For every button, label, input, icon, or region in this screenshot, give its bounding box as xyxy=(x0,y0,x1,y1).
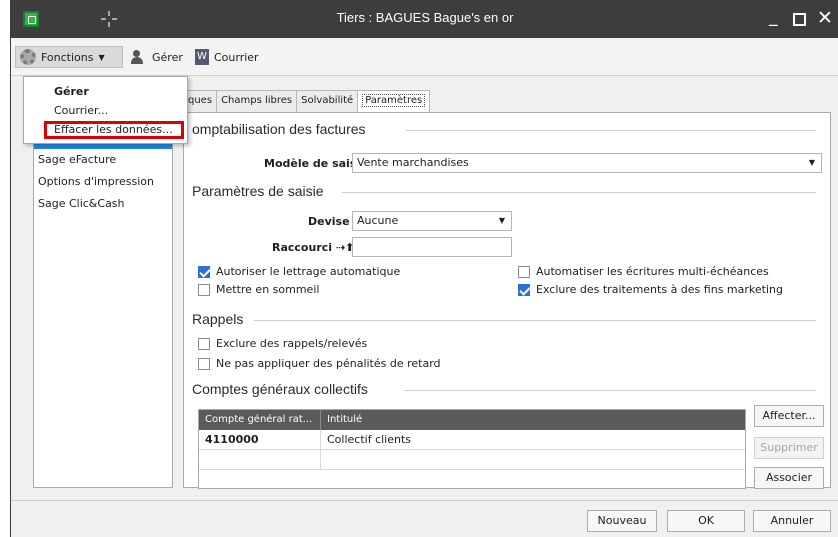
chevron-down-icon: ▼ xyxy=(808,158,815,167)
table-row-empty[interactable] xyxy=(199,450,745,470)
cell-account: 4110000 xyxy=(199,430,321,450)
exclude-marketing-checkbox[interactable]: Exclure des traitements à des fins marke… xyxy=(518,283,783,296)
column-header-account[interactable]: Compte général rat... xyxy=(199,410,321,430)
tab-parameters[interactable]: Paramètres xyxy=(357,90,431,112)
table-row[interactable]: 4110000 Collectif clients xyxy=(199,430,745,450)
exclude-reminders-checkbox[interactable]: Exclure des rappels/relevés xyxy=(198,337,367,350)
document-icon: W xyxy=(195,49,209,65)
associate-button[interactable]: Associer xyxy=(754,467,824,489)
column-header-label[interactable]: Intitulé xyxy=(321,410,745,430)
menu-item-mail[interactable]: Courrier... xyxy=(54,104,108,117)
sleep-checkbox[interactable]: Mettre en sommeil xyxy=(198,283,319,296)
ok-button[interactable]: OK xyxy=(667,510,745,532)
no-penalties-checkbox[interactable]: Ne pas appliquer des pénalités de retard xyxy=(198,357,441,370)
manage-button[interactable]: Gérer xyxy=(131,46,183,68)
table-header: Compte général rat... Intitulé xyxy=(199,410,745,430)
manage-label: Gérer xyxy=(152,50,183,64)
window-title: Tiers : BAGUES Bague's en or xyxy=(336,10,514,25)
functions-button[interactable]: Fonctions ▼ xyxy=(15,46,123,68)
shortcut-label: Raccourci ⇢⬆ xyxy=(272,241,355,254)
new-button[interactable]: Nouveau xyxy=(587,510,657,532)
checkbox-icon xyxy=(518,265,530,278)
divider xyxy=(406,130,816,131)
divider xyxy=(404,390,816,391)
nav-item-sage-clic-cash[interactable]: Sage Clic&Cash xyxy=(34,193,172,215)
section-reminders: Rappels xyxy=(192,311,816,327)
tab-strip: ques Champs libres Solvabilité Paramètre… xyxy=(183,90,431,112)
close-icon[interactable]: ✕ xyxy=(817,7,833,29)
mail-button[interactable]: W Courrier xyxy=(195,46,259,68)
gear-icon xyxy=(20,49,36,65)
mail-label: Courrier xyxy=(214,50,259,64)
tab-solvency[interactable]: Solvabilité xyxy=(296,90,359,112)
people-icon xyxy=(131,50,147,64)
cell-label: Collectif clients xyxy=(327,433,412,446)
nav-item-print-options[interactable]: Options d'impression xyxy=(34,171,172,193)
checkbox-checked-icon xyxy=(518,283,530,296)
shortcut-input[interactable] xyxy=(352,237,512,257)
section-accounts: Comptes généraux collectifs xyxy=(192,381,816,397)
dialog-buttons: Nouveau OK Annuler xyxy=(11,500,838,537)
assign-button[interactable]: Affecter... xyxy=(754,405,824,427)
auto-lettering-checkbox[interactable]: Autoriser le lettrage automatique xyxy=(198,265,400,278)
section-invoice-posting: omptabilisation des factures xyxy=(192,121,816,137)
delete-button[interactable]: Supprimer xyxy=(754,437,824,459)
divider xyxy=(254,320,816,321)
checkbox-icon xyxy=(198,337,210,350)
checkbox-icon xyxy=(198,283,210,296)
minimize-icon[interactable]: _ xyxy=(769,7,778,27)
functions-label: Fonctions xyxy=(41,50,94,64)
checkbox-icon xyxy=(198,357,210,370)
entry-model-select[interactable]: Vente marchandises ▼ xyxy=(352,153,822,173)
highlight-annotation xyxy=(44,121,184,139)
currency-select[interactable]: Aucune ▼ xyxy=(352,211,512,231)
currency-label: Devise xyxy=(308,215,350,228)
parameters-panel: omptabilisation des factures Modèle de s… xyxy=(183,112,831,489)
tiers-window: Tiers : BAGUES Bague's en or _ ✕ Fonctio… xyxy=(10,0,838,537)
left-nav: Options de traitement Sage eFacture Opti… xyxy=(33,126,173,488)
divider xyxy=(342,192,816,193)
chevron-down-icon: ▼ xyxy=(98,52,105,62)
multi-due-checkbox[interactable]: Automatiser les écritures multi-échéance… xyxy=(518,265,769,278)
maximize-icon[interactable] xyxy=(793,13,806,26)
section-entry-params: Paramètres de saisie xyxy=(192,183,816,199)
accounts-table: Compte général rat... Intitulé 4110000 C… xyxy=(198,409,746,489)
checkbox-checked-icon xyxy=(198,265,210,278)
toolbar: Fonctions ▼ Gérer W Courrier xyxy=(11,38,838,76)
functions-menu: Gérer Courrier... Effacer les données... xyxy=(23,76,188,144)
tab-ques[interactable]: ques xyxy=(183,90,218,112)
menu-item-manage[interactable]: Gérer xyxy=(54,85,89,98)
cancel-button[interactable]: Annuler xyxy=(753,510,831,532)
nav-item-sage-efacture[interactable]: Sage eFacture xyxy=(34,149,172,171)
chevron-down-icon: ▼ xyxy=(498,216,505,225)
tab-custom-fields[interactable]: Champs libres xyxy=(216,90,298,112)
title-bar: Tiers : BAGUES Bague's en or _ ✕ xyxy=(11,0,838,38)
